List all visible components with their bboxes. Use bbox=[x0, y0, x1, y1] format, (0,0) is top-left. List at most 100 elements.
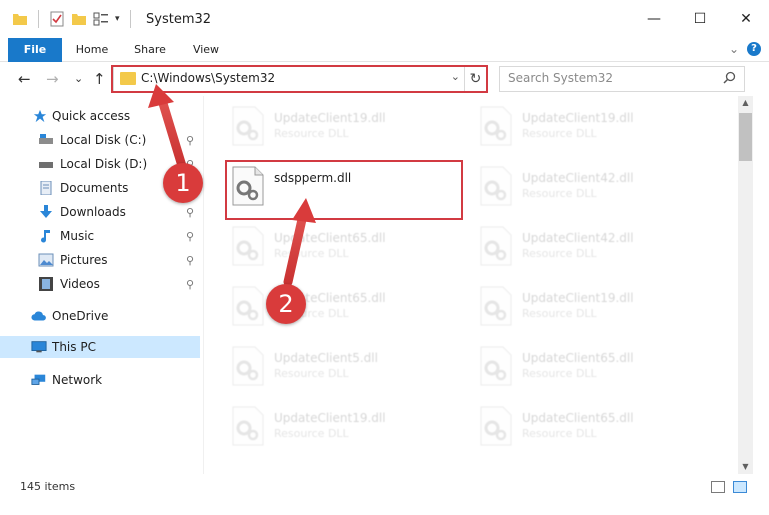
sidebar-item-this-pc[interactable]: This PC bbox=[0, 336, 200, 358]
file-name: UpdateClient42.dll bbox=[522, 171, 634, 185]
pin-icon[interactable]: ⚲ bbox=[186, 134, 194, 147]
file-name: UpdateClient65.dll bbox=[522, 411, 634, 425]
tab-share[interactable]: Share bbox=[126, 38, 174, 62]
expand-ribbon-icon[interactable]: ⌄ bbox=[729, 42, 739, 56]
download-icon bbox=[40, 205, 52, 218]
dll-file-icon bbox=[232, 286, 264, 326]
dll-file-icon bbox=[480, 346, 512, 386]
dll-file-icon bbox=[480, 166, 512, 206]
step-2-badge: 2 bbox=[266, 284, 306, 324]
sidebar-item-quick-access[interactable]: Quick access bbox=[0, 105, 200, 127]
file-item[interactable]: UpdateClient65.dll Resource DLL bbox=[474, 401, 704, 451]
item-count: 145 items bbox=[20, 480, 76, 493]
search-box[interactable] bbox=[499, 66, 745, 92]
file-item[interactable]: UpdateClient5.dll Resource DLL bbox=[226, 341, 456, 391]
computer-icon bbox=[31, 341, 47, 353]
file-name: UpdateClient65.dll bbox=[274, 231, 386, 245]
title-divider bbox=[129, 10, 131, 28]
dll-file-icon bbox=[480, 406, 512, 446]
pin-icon[interactable]: ⚲ bbox=[186, 278, 194, 291]
customize-toolbar-icon[interactable] bbox=[93, 11, 109, 27]
file-item[interactable]: UpdateClient19.dll Resource DLL bbox=[226, 401, 456, 451]
sidebar-item-label: Local Disk (D:) bbox=[60, 157, 148, 171]
file-item[interactable]: UpdateClient19.dll Resource DLL bbox=[474, 101, 704, 151]
sidebar-item-downloads[interactable]: Downloads ⚲ bbox=[0, 201, 200, 223]
file-item[interactable]: UpdateClient42.dll Resource DLL bbox=[474, 221, 704, 271]
pin-icon[interactable]: ⚲ bbox=[186, 254, 194, 267]
scroll-up-icon[interactable]: ▲ bbox=[738, 96, 753, 110]
tab-view[interactable]: View bbox=[182, 38, 230, 62]
drive-icon bbox=[39, 134, 53, 144]
back-button[interactable]: ← bbox=[18, 70, 31, 88]
sidebar-item-videos[interactable]: Videos ⚲ bbox=[0, 273, 200, 295]
close-button[interactable]: ✕ bbox=[723, 0, 769, 38]
search-input[interactable] bbox=[508, 71, 708, 85]
music-icon bbox=[41, 230, 50, 243]
sidebar-item-label: Documents bbox=[60, 181, 129, 195]
address-path[interactable]: C:\Windows\System32 bbox=[141, 71, 275, 85]
navigation-pane: Quick access Local Disk (C:) ⚲ Local Dis… bbox=[0, 96, 203, 474]
address-dropdown-icon[interactable]: ⌄ bbox=[451, 70, 460, 83]
file-name: UpdateClient65.dll bbox=[522, 351, 634, 365]
help-icon[interactable]: ? bbox=[747, 42, 761, 56]
file-name: UpdateClient5.dll bbox=[274, 351, 378, 365]
vertical-scrollbar[interactable]: ▲ ▼ bbox=[738, 96, 753, 474]
sidebar-item-pictures[interactable]: Pictures ⚲ bbox=[0, 249, 200, 271]
file-item-sdspperm[interactable]: sdspperm.dll bbox=[226, 161, 456, 211]
sidebar-item-network[interactable]: Network bbox=[0, 369, 200, 391]
file-item[interactable]: UpdateClient65.dll Resource DLL bbox=[226, 221, 456, 271]
title-bar: ▾ System32 — ☐ ✕ bbox=[0, 0, 769, 38]
file-type: Resource DLL bbox=[274, 367, 349, 380]
toolbar-dropdown-icon[interactable]: ▾ bbox=[115, 14, 120, 24]
file-item[interactable]: UpdateClient65.dll Resource DLL bbox=[474, 341, 704, 391]
dll-file-icon bbox=[232, 106, 264, 146]
dll-file-icon bbox=[232, 166, 264, 206]
up-button[interactable]: ↑ bbox=[93, 70, 106, 88]
minimize-button[interactable]: — bbox=[631, 0, 677, 38]
details-view-icon[interactable] bbox=[711, 481, 725, 493]
scroll-down-icon[interactable]: ▼ bbox=[738, 460, 753, 474]
file-name: UpdateClient19.dll bbox=[522, 291, 634, 305]
pictures-icon bbox=[38, 253, 54, 267]
tiles-view-icon[interactable] bbox=[733, 481, 747, 493]
quick-access-toolbar: ▾ bbox=[12, 10, 135, 28]
drive-icon bbox=[39, 162, 53, 168]
refresh-button[interactable]: ↻ bbox=[464, 67, 486, 91]
sidebar-item-label: Downloads bbox=[60, 205, 126, 219]
maximize-button[interactable]: ☐ bbox=[677, 0, 723, 38]
file-type: Resource DLL bbox=[522, 247, 597, 260]
dll-file-icon bbox=[480, 226, 512, 266]
sidebar-item-local-disk-c[interactable]: Local Disk (C:) ⚲ bbox=[0, 129, 200, 151]
address-row: ← → ⌄ ↑ C:\Windows\System32 ⌄ ↻ bbox=[0, 62, 769, 96]
scroll-thumb[interactable] bbox=[739, 113, 752, 161]
file-name: sdspperm.dll bbox=[274, 171, 352, 185]
tab-home[interactable]: Home bbox=[68, 38, 116, 62]
window-controls: — ☐ ✕ bbox=[631, 0, 769, 38]
dll-file-icon bbox=[232, 346, 264, 386]
search-icon[interactable] bbox=[723, 71, 736, 84]
file-item[interactable]: UpdateClient42.dll Resource DLL bbox=[474, 161, 704, 211]
pin-icon[interactable]: ⚲ bbox=[186, 206, 194, 219]
videos-icon bbox=[39, 277, 53, 291]
sidebar-item-onedrive[interactable]: OneDrive bbox=[0, 305, 200, 327]
view-switcher bbox=[711, 481, 747, 493]
file-item[interactable]: UpdateClient65.dll Resource DLL bbox=[226, 281, 456, 331]
recent-locations-button[interactable]: ⌄ bbox=[74, 72, 83, 85]
sidebar-item-music[interactable]: Music ⚲ bbox=[0, 225, 200, 247]
new-folder-icon[interactable] bbox=[71, 11, 87, 27]
file-type: Resource DLL bbox=[522, 307, 597, 320]
cloud-icon bbox=[31, 311, 46, 321]
file-item[interactable]: UpdateClient19.dll Resource DLL bbox=[474, 281, 704, 331]
file-type: Resource DLL bbox=[274, 247, 349, 260]
address-bar[interactable]: C:\Windows\System32 ⌄ ↻ bbox=[113, 66, 487, 92]
forward-button[interactable]: → bbox=[46, 70, 59, 88]
file-type: Resource DLL bbox=[522, 187, 597, 200]
file-type: Resource DLL bbox=[522, 427, 597, 440]
dll-file-icon bbox=[480, 286, 512, 326]
toolbar-divider bbox=[38, 10, 39, 28]
properties-icon[interactable] bbox=[49, 11, 65, 27]
pin-icon[interactable]: ⚲ bbox=[186, 230, 194, 243]
dll-file-icon bbox=[232, 406, 264, 446]
file-item[interactable]: UpdateClient19.dll Resource DLL bbox=[226, 101, 456, 151]
sidebar-item-label: Pictures bbox=[60, 253, 108, 267]
